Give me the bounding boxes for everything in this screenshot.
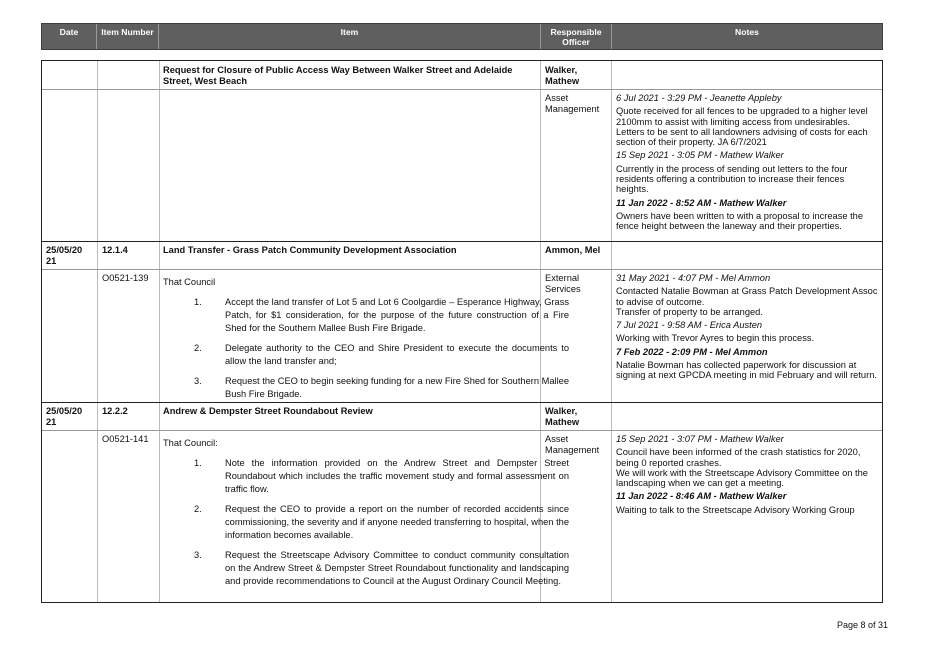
resolution-number: 2. xyxy=(194,504,202,514)
department: Asset Management xyxy=(545,93,600,114)
header-notes: Notes xyxy=(735,27,759,37)
header-responsible-officer: Responsible Officer xyxy=(541,24,612,49)
resolution-number: 1. xyxy=(194,297,202,307)
note-text: Natalie Bowman has collected paperwork f… xyxy=(616,360,877,381)
resolution-intro: That Council xyxy=(163,277,216,287)
responsible-officer: Walker, Mathew xyxy=(545,406,580,427)
header-item: Item xyxy=(159,24,541,49)
note-stamp: 11 Jan 2022 - 8:46 AM - Mathew Walker xyxy=(616,491,787,502)
item-title: Land Transfer - Grass Patch Community De… xyxy=(163,245,457,255)
department: External Services xyxy=(545,273,581,294)
note-stamp: 15 Sep 2021 - 3:05 PM - Mathew Walker xyxy=(616,150,784,161)
resolution-number: 3. xyxy=(194,376,202,386)
resolution-number: 3. xyxy=(194,550,202,560)
item-title: Andrew & Dempster Street Roundabout Revi… xyxy=(163,406,373,416)
responsible-officer: Walker, Mathew xyxy=(545,65,580,86)
item-number: 12.1.4 xyxy=(102,245,128,255)
page-number: Page 8 of 31 xyxy=(836,620,888,630)
note-stamp: 7 Feb 2022 - 2:09 PM - Mel Ammon xyxy=(616,346,768,357)
note-text: Owners have been written to with a propo… xyxy=(616,210,864,232)
resolution-text: Request the CEO to begin seeking funding… xyxy=(225,376,569,399)
notes-block: 6 Jul 2021 - 3:29 PM - Jeanette Appleby … xyxy=(616,93,878,232)
resolution-text: Request the Streetscape Advisory Committ… xyxy=(225,550,569,586)
resolution-intro: That Council: xyxy=(163,438,218,448)
note-stamp: 7 Jul 2021 - 9:58 AM - Erica Austen xyxy=(616,320,763,331)
resolution-text: Delegate authority to the CEO and Shire … xyxy=(225,343,569,366)
item-number: 12.2.2 xyxy=(102,406,128,416)
item-title: Request for Closure of Public Access Way… xyxy=(163,65,513,86)
table-header: Date Item Number Item Responsible Office… xyxy=(41,23,883,50)
responsible-officer: Ammon, Mel xyxy=(545,245,601,255)
action-table: Request for Closure of Public Access Way… xyxy=(41,60,883,603)
resolution-number: 1. xyxy=(194,458,202,468)
department: Asset Management xyxy=(545,434,600,455)
item-date: 25/05/20 21 xyxy=(46,406,83,427)
note-stamp: 31 May 2021 - 4:07 PM - Mel Ammon xyxy=(616,273,771,283)
note-text: Working with Trevor Ayres to begin this … xyxy=(616,333,815,344)
item-date: 25/05/20 21 xyxy=(46,245,83,266)
note-text: Currently in the process of sending out … xyxy=(616,163,848,195)
reference-number: O0521-141 xyxy=(102,434,149,444)
note-text: Quote received for all fences to be upgr… xyxy=(616,106,868,148)
header-date: Date xyxy=(42,24,97,49)
resolution-text: Note the information provided on the And… xyxy=(225,458,569,494)
notes-block: 15 Sep 2021 - 3:07 PM - Mathew Walker Co… xyxy=(616,434,878,515)
note-stamp: 11 Jan 2022 - 8:52 AM - Mathew Walker xyxy=(616,197,787,208)
reference-number: O0521-139 xyxy=(102,273,149,283)
note-stamp: 15 Sep 2021 - 3:07 PM - Mathew Walker xyxy=(616,434,784,444)
note-text: Council have been informed of the crash … xyxy=(616,447,868,489)
note-stamp: 6 Jul 2021 - 3:29 PM - Jeanette Appleby xyxy=(616,93,782,103)
note-text: Waiting to talk to the Streetscape Advis… xyxy=(616,504,855,515)
note-text: Contacted Natalie Bowman at Grass Patch … xyxy=(616,286,878,317)
resolution-number: 2. xyxy=(194,343,202,353)
resolution-text: Accept the land transfer of Lot 5 and Lo… xyxy=(225,297,569,333)
header-item-number: Item Number xyxy=(97,24,159,49)
notes-block: 31 May 2021 - 4:07 PM - Mel Ammon Contac… xyxy=(616,273,878,381)
resolution-text: Request the CEO to provide a report on t… xyxy=(225,504,569,540)
